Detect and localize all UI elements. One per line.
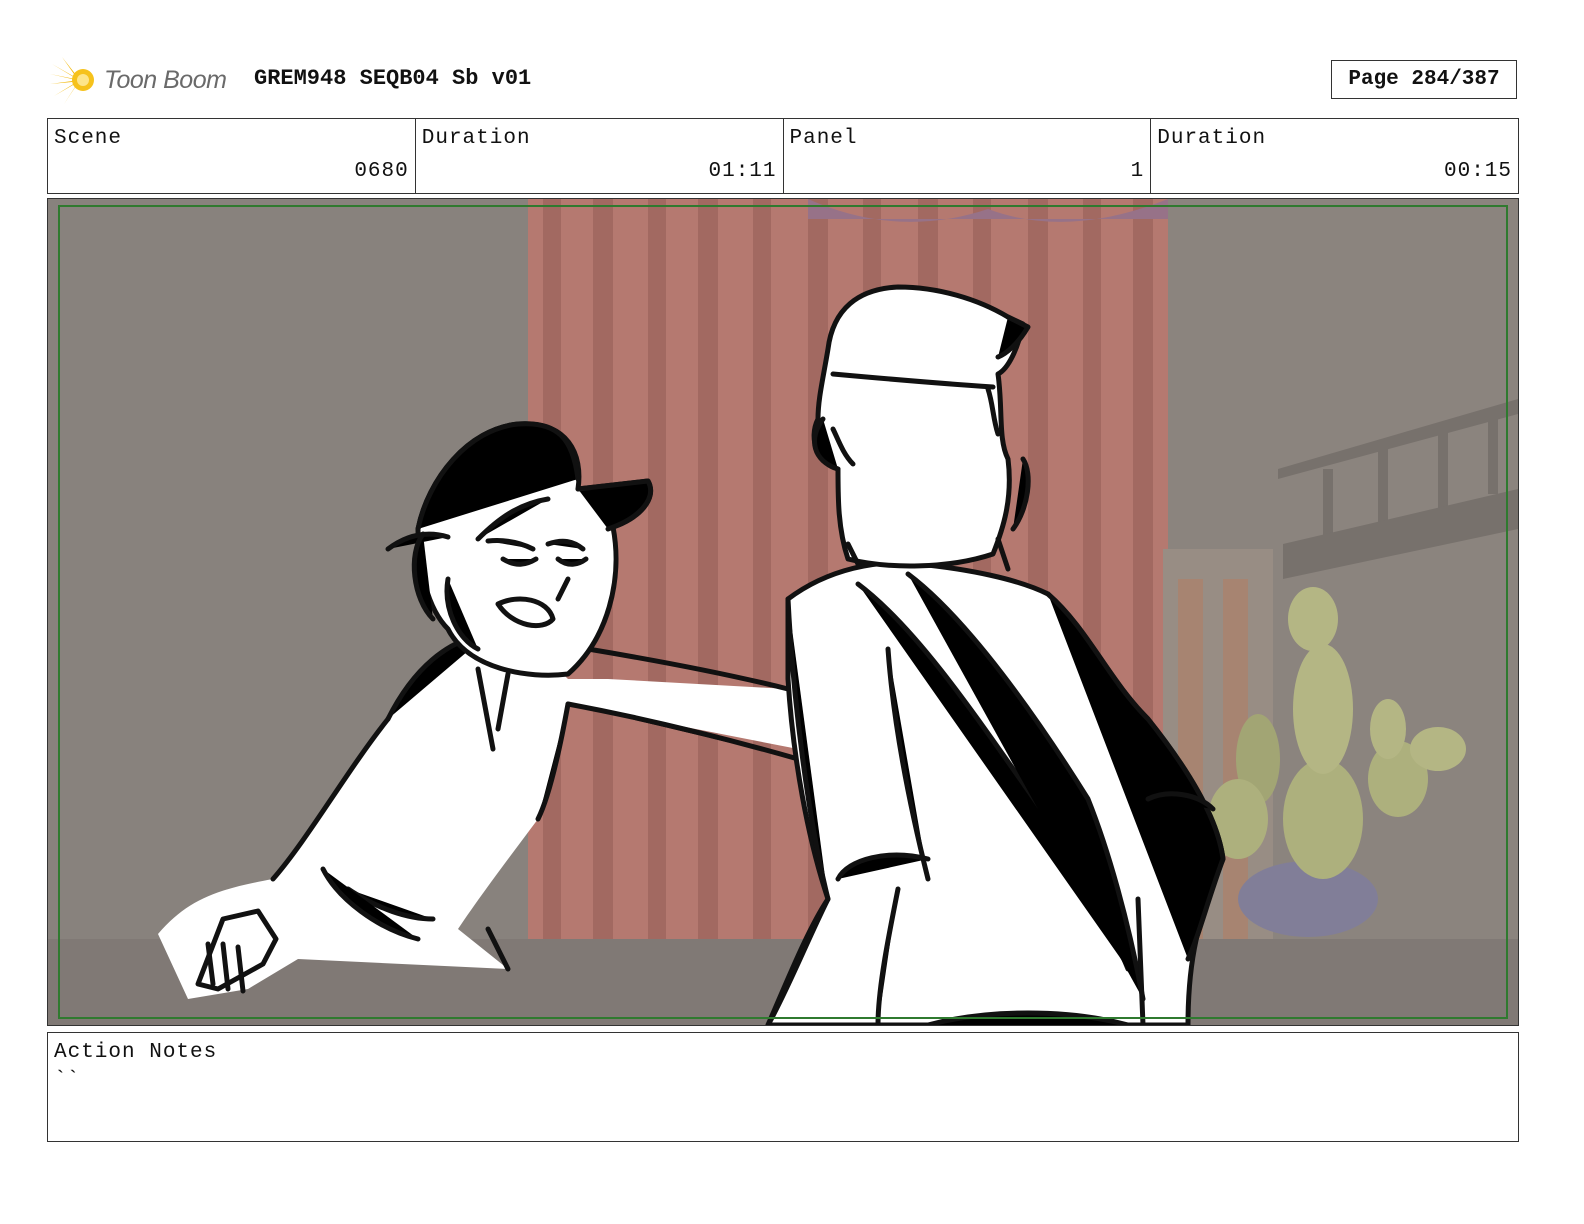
- panel-label: Panel: [789, 127, 858, 150]
- scene-label: Scene: [54, 127, 123, 150]
- document-title: GREM948 SEQB04 Sb v01: [254, 66, 532, 91]
- storyboard-panel: [47, 198, 1519, 1026]
- action-notes-label: Action Notes: [54, 1041, 218, 1064]
- scene-duration-cell: Duration 01:11: [416, 119, 784, 193]
- scene-info-table: Scene 0680 Duration 01:11 Panel 1 Durati…: [47, 118, 1519, 194]
- panel-duration-label: Duration: [1157, 127, 1267, 150]
- starburst-icon: [50, 57, 94, 104]
- logo-text: Toon Boom: [104, 65, 227, 94]
- panel-duration-cell: Duration 00:15: [1151, 119, 1518, 193]
- scene-cell: Scene 0680: [48, 119, 416, 193]
- page-number: Page 284/387: [1331, 60, 1517, 99]
- action-notes: Action Notes ``: [47, 1032, 1519, 1142]
- panel-value: 1: [1130, 160, 1145, 183]
- scene-duration-label: Duration: [421, 127, 531, 150]
- toon-boom-logo: Toon Boom: [50, 52, 240, 108]
- panel-duration-value: 00:15: [1443, 160, 1512, 183]
- action-notes-text: ``: [54, 1069, 80, 1092]
- panel-cell: Panel 1: [784, 119, 1152, 193]
- panel-drawing: [48, 199, 1518, 1025]
- scene-value: 0680: [354, 160, 409, 183]
- scene-duration-value: 01:11: [708, 160, 777, 183]
